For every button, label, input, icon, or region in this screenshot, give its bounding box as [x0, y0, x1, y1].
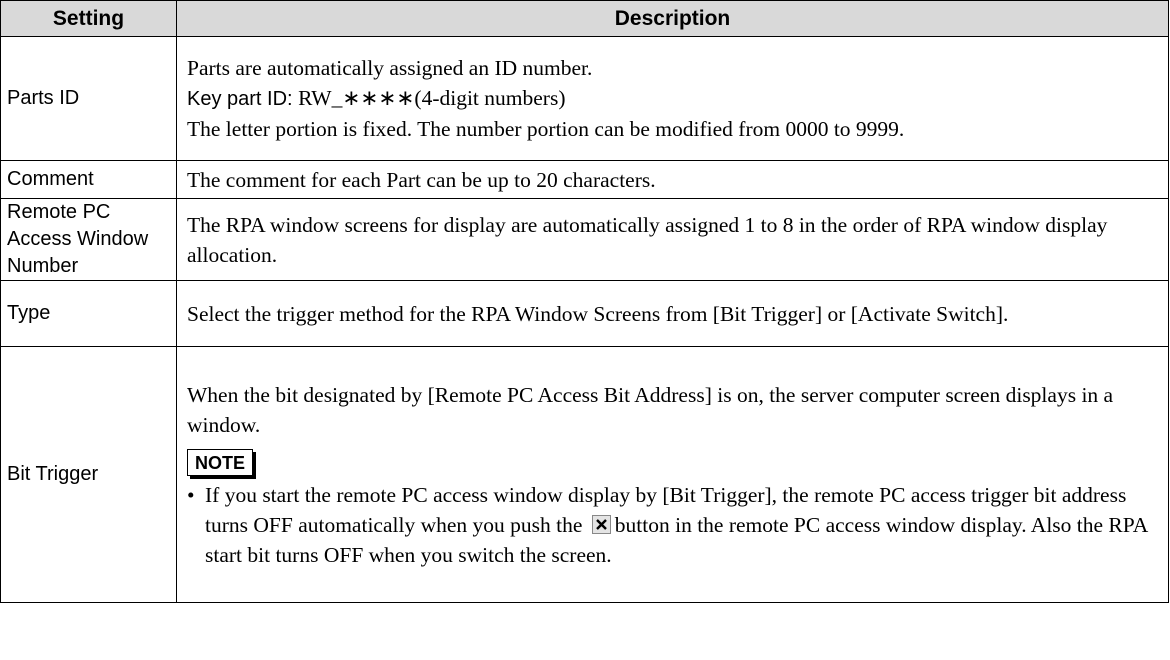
setting-parts-id: Parts ID	[0, 36, 177, 161]
description-parts-id: Parts are automatically assigned an ID n…	[176, 36, 1169, 161]
note-badge: NOTE	[187, 448, 254, 476]
table-row: Remote PC Access Window Number The RPA w…	[0, 198, 1169, 281]
description-window-number: The RPA window screens for display are a…	[176, 198, 1169, 281]
setting-window-number: Remote PC Access Window Number	[0, 198, 177, 281]
key-part-id-label: Key part ID:	[187, 88, 299, 110]
table-row: Bit Trigger When the bit designated by […	[0, 346, 1169, 603]
description-type: Select the trigger method for the RPA Wi…	[176, 280, 1169, 347]
table-row: Parts ID Parts are automatically assigne…	[0, 36, 1169, 161]
parts-id-line-3: The letter portion is fixed. The number …	[187, 117, 905, 141]
parts-id-line-2: Key part ID: RW_∗∗∗∗(4-digit numbers)	[187, 83, 1158, 114]
table-header-row: Setting Description	[0, 0, 1169, 37]
close-icon	[591, 514, 611, 534]
description-column-header: Description	[176, 0, 1169, 37]
setting-comment: Comment	[0, 160, 177, 199]
key-part-id-value: RW_∗∗∗∗(4-digit numbers)	[298, 86, 566, 110]
note-bullet-item: • If you start the remote PC access wind…	[187, 480, 1158, 570]
setting-bit-trigger: Bit Trigger	[0, 346, 177, 603]
bit-trigger-description: When the bit designated by [Remote PC Ac…	[187, 382, 1114, 437]
table-row: Type Select the trigger method for the R…	[0, 280, 1169, 347]
description-comment: The comment for each Part can be up to 2…	[176, 160, 1169, 199]
setting-type: Type	[0, 280, 177, 347]
settings-table: Setting Description Parts ID Parts are a…	[0, 0, 1169, 603]
setting-column-header: Setting	[0, 0, 177, 37]
parts-id-line-1: Parts are automatically assigned an ID n…	[187, 56, 593, 80]
table-row: Comment The comment for each Part can be…	[0, 160, 1169, 199]
description-bit-trigger: When the bit designated by [Remote PC Ac…	[176, 346, 1169, 603]
bullet-icon: •	[187, 482, 195, 507]
